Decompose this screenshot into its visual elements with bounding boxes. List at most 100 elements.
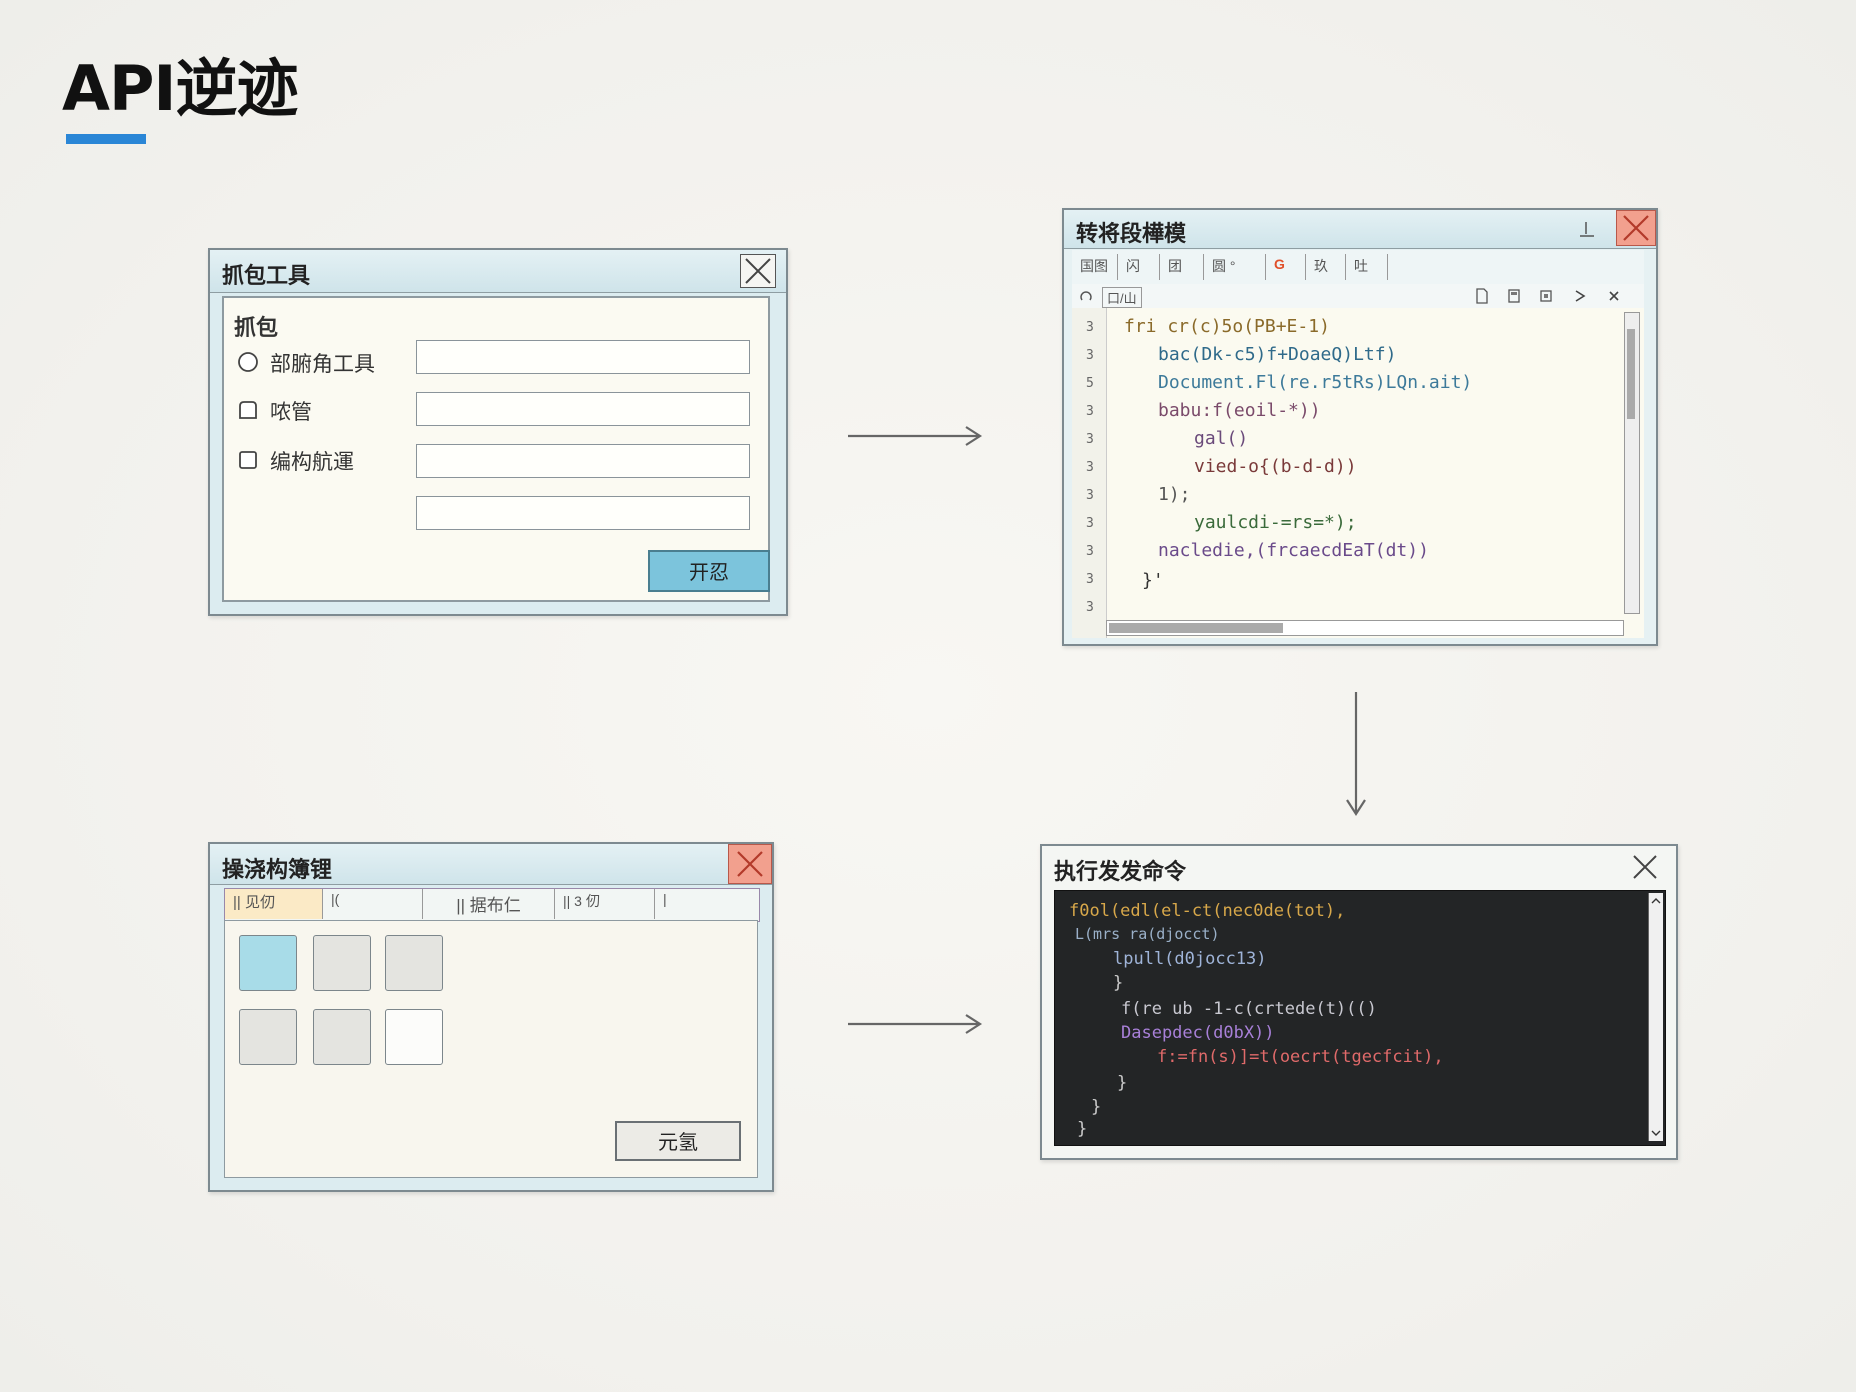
confirm-button[interactable]: 元氢 — [615, 1121, 741, 1161]
scrollbar-thumb[interactable] — [1627, 329, 1635, 419]
tab-item[interactable]: || 据布仁 — [423, 889, 555, 919]
option-field-3[interactable] — [416, 444, 750, 478]
radio-icon[interactable] — [236, 350, 260, 374]
terminal-line: } — [1113, 973, 1124, 993]
transfer-title: 操浇构簿锂 — [222, 858, 333, 883]
editor-title: 转将段樺模 — [1076, 222, 1187, 247]
run-icon[interactable] — [1572, 288, 1588, 304]
copy-icon[interactable] — [1538, 288, 1554, 304]
tab-item[interactable]: |( — [323, 889, 423, 919]
terminal-line: } — [1077, 1119, 1088, 1139]
terminal-line: L(mrs ra(djocct) — [1075, 925, 1220, 943]
scroll-down-icon[interactable] — [1649, 1127, 1663, 1139]
editor-tabs: 国图 闪 团 圆 ° G 玖 吐 — [1072, 250, 1644, 285]
line-number: 3 — [1086, 516, 1094, 531]
option-field-2[interactable] — [416, 392, 750, 426]
editor-code-area[interactable]: 3 3 5 3 3 3 3 3 3 3 3 fri cr(c)5o(PB+E-1… — [1072, 308, 1644, 638]
code-line: bac(Dk-c5)f+DoaeQ)Ltf) — [1158, 344, 1397, 365]
line-number: 3 — [1086, 320, 1094, 335]
tab-item[interactable]: 闪 — [1118, 254, 1160, 280]
checkbox-icon[interactable] — [236, 448, 260, 472]
horizontal-scrollbar[interactable] — [1106, 620, 1624, 636]
transfer-tabs: || 见仞 |( || 据布仁 || 3 仞 | — [224, 888, 760, 922]
vertical-scrollbar[interactable] — [1624, 312, 1640, 614]
code-line: yaulcdi-=rs=*); — [1194, 512, 1357, 533]
editor-titlebar: 转将段樺模 — [1064, 210, 1656, 249]
capture-tool-title: 抓包工具 — [222, 264, 311, 289]
code-line: nacledie,(frcaecdEaT(dt)) — [1158, 540, 1429, 561]
arrow-down-icon — [1346, 692, 1366, 817]
code-line: gal() — [1194, 428, 1249, 449]
minimize-icon[interactable] — [1576, 218, 1598, 240]
start-button[interactable]: 开忍 — [648, 550, 770, 592]
code-line: fri cr(c)5o(PB+E-1) — [1124, 316, 1330, 337]
line-number: 3 — [1086, 460, 1094, 475]
terminal-title: 执行发发命令 — [1054, 860, 1187, 885]
option-label: 哝管 — [270, 400, 312, 424]
grid-item-selected[interactable] — [239, 935, 297, 991]
grid-item[interactable] — [385, 1009, 443, 1065]
grid-item[interactable] — [239, 1009, 297, 1065]
tab-item[interactable]: G — [1266, 254, 1306, 280]
line-number: 3 — [1086, 432, 1094, 447]
transfer-body: 元氢 — [224, 920, 758, 1178]
code-line: Document.Fl(re.r5tRs)LQn.ait) — [1158, 372, 1473, 393]
option-field-1[interactable] — [416, 340, 750, 374]
tab-item[interactable]: 国图 — [1072, 254, 1118, 280]
terminal-line: lpull(d0jocc13) — [1113, 949, 1267, 969]
title-underline — [66, 134, 146, 144]
tab-item[interactable]: || 见仞 — [225, 889, 323, 919]
grid-item[interactable] — [385, 935, 443, 991]
close-icon[interactable] — [728, 844, 772, 884]
tab-item[interactable]: 玖 — [1306, 254, 1346, 280]
vertical-scrollbar[interactable] — [1648, 893, 1663, 1141]
tab-item[interactable]: | — [655, 889, 695, 919]
page-title: API逆迹 — [62, 52, 298, 125]
terminal-line: } — [1091, 1097, 1102, 1117]
file-icon[interactable] — [1474, 288, 1490, 304]
terminal-titlebar: 执行发发命令 — [1042, 846, 1676, 888]
line-number: 5 — [1086, 376, 1094, 391]
tab-item[interactable]: || 3 仞 — [555, 889, 655, 919]
scroll-up-icon[interactable] — [1649, 895, 1663, 907]
code-line: babu:f(eoil-*)) — [1158, 400, 1321, 421]
option-label: 部腑角工具 — [270, 352, 375, 376]
checkbox-icon[interactable] — [236, 398, 260, 422]
save-icon[interactable] — [1506, 288, 1522, 304]
grid-item[interactable] — [313, 1009, 371, 1065]
line-number: 3 — [1086, 572, 1094, 587]
tab-item[interactable]: 吐 — [1346, 254, 1388, 280]
capture-section-label: 抓包 — [234, 316, 279, 341]
terminal-line: f0ol(edl(el-ct(nec0de(tot), — [1069, 901, 1346, 921]
line-number: 3 — [1086, 544, 1094, 559]
line-number: 3 — [1086, 600, 1094, 615]
terminal-line: } — [1117, 1073, 1128, 1093]
editor-subtab[interactable]: 口/山 — [1102, 287, 1142, 308]
editor-toolbar: 口/山 — [1072, 284, 1644, 309]
close-icon[interactable] — [1630, 852, 1660, 882]
extra-field[interactable] — [416, 496, 750, 530]
arrow-right-icon — [848, 426, 983, 446]
terminal-console[interactable]: f0ol(edl(el-ct(nec0de(tot), L(mrs ra(djo… — [1054, 890, 1666, 1146]
line-number-gutter: 3 3 5 3 3 3 3 3 3 3 3 — [1072, 308, 1107, 638]
close-icon[interactable] — [1616, 210, 1656, 246]
capture-tool-titlebar: 抓包工具 — [210, 250, 786, 293]
line-number: 3 — [1086, 348, 1094, 363]
terminal-line: f(re ub -1-c(crtede(t)(() — [1121, 999, 1377, 1019]
code-line: vied-o{(b-d-d)) — [1194, 456, 1357, 477]
close-icon[interactable] — [1606, 288, 1622, 304]
line-number: 3 — [1086, 404, 1094, 419]
terminal-line: f:=fn(s)]=t(oecrt(tgecfcit), — [1157, 1047, 1444, 1067]
transfer-window: 操浇构簿锂 || 见仞 |( || 据布仁 || 3 仞 | 元氢 — [208, 842, 774, 1192]
tab-item[interactable]: 团 — [1160, 254, 1204, 280]
refresh-icon[interactable] — [1078, 288, 1094, 304]
line-number: 3 — [1086, 488, 1094, 503]
code-line: 1); — [1158, 484, 1191, 505]
close-icon[interactable] — [740, 254, 776, 288]
code-line: }' — [1142, 570, 1164, 591]
arrow-right-icon — [848, 1014, 983, 1034]
tab-item[interactable]: 圆 ° — [1204, 254, 1266, 280]
scrollbar-thumb[interactable] — [1109, 623, 1283, 633]
grid-item[interactable] — [313, 935, 371, 991]
transfer-titlebar: 操浇构簿锂 — [210, 844, 772, 885]
